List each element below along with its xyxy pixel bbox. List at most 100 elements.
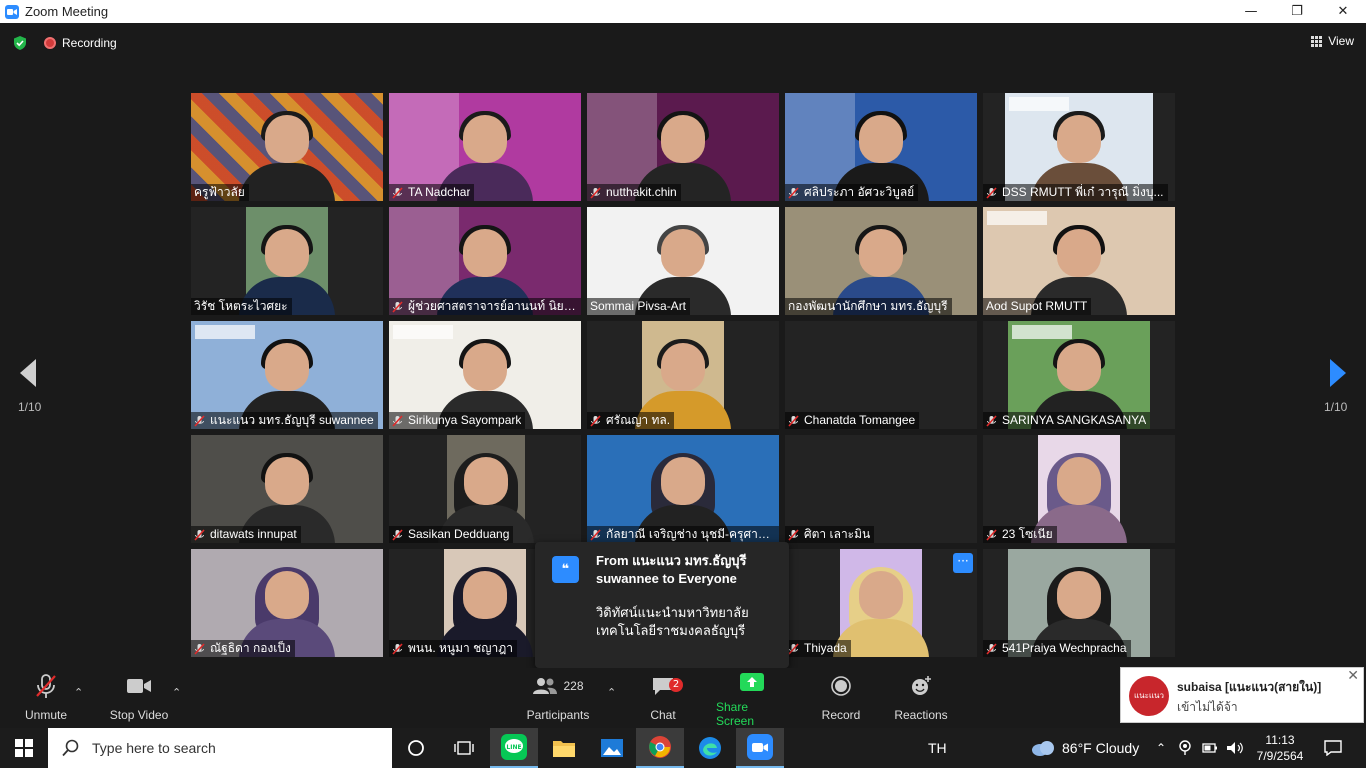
clock-date: 7/9/2564	[1256, 749, 1304, 763]
participant-tile[interactable]: TA Nadchar	[389, 93, 581, 201]
participant-tile[interactable]: Sasikan Dedduang	[389, 435, 581, 543]
task-view-button[interactable]	[440, 728, 488, 768]
chrome-button[interactable]	[636, 728, 684, 768]
next-page-arrow-icon[interactable]	[1329, 358, 1347, 388]
participant-tile[interactable]: Sommai Pivsa-Art	[587, 207, 779, 315]
chat-notification-toast[interactable]: แนะแนว subaisa [แนะแนว(สายใน)] เข้าไม่ได…	[1120, 667, 1364, 723]
participant-tile[interactable]: ศลิประภา อัศวะวิบูลย์	[785, 93, 977, 201]
participant-name: Sirikunya Sayompark	[408, 413, 522, 427]
line-app-button[interactable]: LINE	[490, 728, 538, 768]
reactions-button[interactable]: Reactions	[894, 668, 948, 728]
page-indicator-left: 1/10	[18, 400, 42, 414]
participant-tile[interactable]: SARINYA SANGKASANYA	[983, 321, 1175, 429]
chat-message-popup[interactable]: ❝ From แนะแนว มทร.ธัญบุรี suwannee to Ev…	[535, 542, 789, 668]
participant-name: กองพัฒนานักศึกษา มทร.ธัญบุรี	[788, 299, 948, 313]
close-window-button[interactable]: ✕	[1320, 0, 1366, 23]
reactions-label: Reactions	[894, 708, 948, 722]
view-button[interactable]: View	[1311, 34, 1354, 48]
participant-tile[interactable]: DSS RMUTT พี่เก๋ วารุณี มิ่งบุ...	[983, 93, 1175, 201]
participant-tile[interactable]: Chanatda Tomangee	[785, 321, 977, 429]
speaker-volume-icon[interactable]	[1226, 741, 1244, 755]
muted-microphone-icon	[986, 528, 997, 541]
participant-tile[interactable]: วิรัช โหตระไวศยะ	[191, 207, 383, 315]
participant-name: แนะแนว มทร.ธัญบุรี suwannee	[210, 413, 374, 427]
record-icon	[831, 676, 851, 696]
participant-tile[interactable]: ··· Thiyada	[785, 549, 977, 657]
muted-microphone-icon	[392, 642, 403, 655]
participant-name-tag: ณัฐธิดา กองเป็ง	[191, 640, 295, 657]
edge-button[interactable]	[686, 728, 734, 768]
participant-tile[interactable]: 541Praiya Wechpracha	[983, 549, 1175, 657]
taskbar-clock[interactable]: 11:13 7/9/2564	[1250, 732, 1310, 764]
participant-name-tag: กองพัฒนานักศึกษา มทร.ธัญบุรี	[785, 298, 952, 315]
participant-tile[interactable]: ณัฐธิดา กองเป็ง	[191, 549, 383, 657]
participant-name-tag: ศลิประภา อัศวะวิบูลย์	[785, 184, 919, 201]
participant-tile[interactable]: ditawats innupat	[191, 435, 383, 543]
participant-tile[interactable]: กองพัฒนานักศึกษา มทร.ธัญบุรี	[785, 207, 977, 315]
input-language[interactable]: TH	[928, 728, 947, 768]
stop-video-label: Stop Video	[109, 708, 169, 722]
participants-options-caret-icon[interactable]: ⌃	[607, 686, 616, 699]
tile-more-options-button[interactable]: ···	[953, 553, 973, 573]
minimize-button[interactable]: —	[1228, 0, 1274, 23]
participant-name-tag: กัลยาณี เจริญช่าง นุชมี-ครุศาส...	[587, 526, 779, 543]
participants-button[interactable]: 228 Participants	[526, 668, 590, 728]
video-options-caret-icon[interactable]: ⌃	[172, 686, 181, 699]
participant-name-tag: 23 โซเนีย	[983, 526, 1057, 543]
chat-message-text: วิดิทัศน์แนะนำมหาวิทยาลัยเทคโนโลยีราชมงค…	[596, 605, 749, 638]
participant-tile[interactable]: Aod Supot RMUTT	[983, 207, 1175, 315]
photos-app-button[interactable]	[588, 728, 636, 768]
battery-icon[interactable]	[1202, 742, 1218, 754]
zoom-taskbar-button[interactable]	[736, 728, 784, 768]
participant-tile[interactable]: ศรัณญา ทล.	[587, 321, 779, 429]
encryption-shield-icon[interactable]	[12, 35, 28, 51]
task-view-cortana-button[interactable]	[392, 728, 440, 768]
participant-tile[interactable]: แนะแนว มทร.ธัญบุรี suwannee	[191, 321, 383, 429]
participant-name: ศิตา เลาะมิน	[804, 527, 871, 541]
participant-tile[interactable]: 23 โซเนีย	[983, 435, 1175, 543]
meeting-status-bar: Recording	[12, 35, 117, 51]
unmute-button[interactable]: Unmute	[22, 668, 70, 728]
share-screen-label: Share Screen	[716, 700, 755, 728]
task-view-icon	[454, 741, 474, 755]
sender-avatar-logo: แนะแนว	[1129, 676, 1169, 716]
participant-tile[interactable]: ผู้ช่วยศาสตราจารย์อานนท์ นิยม...	[389, 207, 581, 315]
file-explorer-button[interactable]	[540, 728, 588, 768]
participant-name: Sasikan Dedduang	[408, 527, 510, 541]
participant-tile[interactable]: nutthakit.chin	[587, 93, 779, 201]
participant-name-tag: Sasikan Dedduang	[389, 526, 514, 543]
photos-icon	[601, 739, 623, 757]
recording-label: Recording	[62, 36, 117, 50]
participant-tile[interactable]: ศิตา เลาะมิน	[785, 435, 977, 543]
participant-name: ditawats innupat	[210, 527, 297, 541]
stop-video-button[interactable]: Stop Video	[108, 668, 170, 728]
chat-button[interactable]: Chat	[648, 668, 678, 728]
participant-tile[interactable]: กัลยาณี เจริญช่าง นุชมี-ครุศาส...	[587, 435, 779, 543]
meeting-area: ครูฟ้าวลัย TA Nadchar nutthakit.chin ศลิประ…	[0, 23, 1366, 668]
taskbar-search-box[interactable]: Type here to search	[48, 728, 392, 768]
tray-overflow-chevron-icon[interactable]: ⌃	[1156, 741, 1166, 755]
participant-tile[interactable]: ครูฟ้าวลัย	[191, 93, 383, 201]
record-button[interactable]: Record	[820, 668, 862, 728]
audio-options-caret-icon[interactable]: ⌃	[74, 686, 83, 699]
weather-widget[interactable]: 86°F Cloudy	[1030, 728, 1139, 768]
previous-page-arrow-icon[interactable]	[19, 358, 37, 388]
participant-name: 23 โซเนีย	[1002, 527, 1053, 541]
view-label: View	[1328, 34, 1354, 48]
restore-button[interactable]: ❐	[1274, 0, 1320, 23]
participant-name-tag: วิรัช โหตระไวศยะ	[191, 298, 292, 315]
weather-text: 86°F Cloudy	[1062, 740, 1140, 756]
notification-close-icon[interactable]: ✕	[1347, 668, 1359, 684]
share-screen-button[interactable]: Share Screen	[716, 668, 788, 728]
action-center-button[interactable]	[1310, 728, 1356, 768]
webcam-tray-icon[interactable]	[1178, 740, 1192, 756]
start-button[interactable]	[0, 728, 48, 768]
participant-name: ศรัณญา ทล.	[606, 413, 671, 427]
participant-tile[interactable]: Sirikunya Sayompark	[389, 321, 581, 429]
participant-name: ครูฟ้าวลัย	[194, 185, 245, 199]
muted-microphone-icon	[392, 186, 403, 199]
participant-name: Chanatda Tomangee	[804, 413, 916, 427]
chat-quote-icon: ❝	[552, 556, 579, 583]
participant-name: ณัฐธิดา กองเป็ง	[210, 641, 291, 655]
search-placeholder: Type here to search	[92, 740, 216, 756]
